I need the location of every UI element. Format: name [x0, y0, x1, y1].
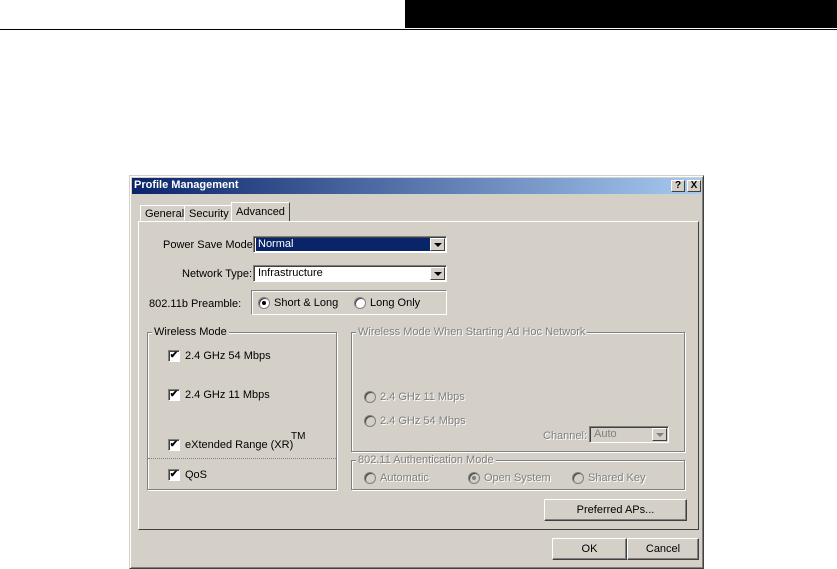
- preamble-long-only-label[interactable]: Long Only: [370, 297, 420, 309]
- adhoc-mode-group: Wireless Mode When Starting Ad Hoc Netwo…: [351, 326, 685, 452]
- network-type-dropdown-icon[interactable]: [430, 267, 445, 280]
- mode-11mbps-label[interactable]: 2.4 GHz 11 Mbps: [185, 389, 270, 401]
- mode-54mbps-checkbox[interactable]: ✔: [168, 350, 180, 362]
- network-type-label: Network Type:: [182, 268, 253, 280]
- adhoc-54mbps-radio[interactable]: [364, 415, 376, 427]
- help-button[interactable]: ?: [671, 180, 685, 192]
- channel-label: Channel:: [543, 430, 588, 442]
- auth-shared-key-radio[interactable]: [572, 472, 584, 484]
- adhoc-mode-legend: Wireless Mode When Starting Ad Hoc Netwo…: [356, 326, 588, 338]
- power-save-select[interactable]: Normal: [253, 236, 447, 253]
- adhoc-54mbps-label[interactable]: 2.4 GHz 54 Mbps: [380, 415, 466, 427]
- preamble-frame: Short & Long Long Only: [251, 290, 447, 315]
- network-type-value: Infrastructure: [258, 267, 323, 279]
- adhoc-11mbps-label[interactable]: 2.4 GHz 11 Mbps: [380, 391, 465, 403]
- header-rule: [0, 29, 837, 30]
- preamble-short-long-radio[interactable]: [258, 297, 270, 309]
- close-button[interactable]: X: [687, 180, 701, 192]
- auth-open-system-label[interactable]: Open System: [484, 472, 551, 484]
- qos-separator: [148, 458, 336, 459]
- preamble-label: 802.11b Preamble:: [149, 298, 242, 310]
- auth-mode-group: 802.11 Authentication Mode Automatic Ope…: [351, 454, 685, 490]
- auth-shared-key-label[interactable]: Shared Key: [588, 472, 645, 484]
- wireless-mode-group: Wireless Mode ✔ 2.4 GHz 54 Mbps ✔ 2.4 GH…: [147, 326, 337, 490]
- xr-trademark: TM: [291, 431, 306, 442]
- radio-selected-dot: [262, 301, 266, 305]
- tab-advanced[interactable]: Advanced: [231, 202, 290, 221]
- cancel-button[interactable]: Cancel: [627, 538, 699, 560]
- profile-management-dialog: Profile Management ? X General Security …: [129, 175, 704, 569]
- preamble-long-only-radio[interactable]: [354, 297, 366, 309]
- auth-automatic-label[interactable]: Automatic: [380, 472, 429, 484]
- radio-selected-dot: [472, 476, 476, 480]
- header-bar: [405, 0, 837, 28]
- dialog-title: Profile Management: [134, 179, 239, 191]
- channel-select[interactable]: Auto: [589, 426, 669, 443]
- power-save-label: Power Save Mode:: [163, 239, 256, 251]
- preamble-short-long-label[interactable]: Short & Long: [274, 297, 338, 309]
- ok-button[interactable]: OK: [552, 538, 627, 560]
- auth-open-system-radio[interactable]: [468, 472, 480, 484]
- wireless-mode-legend: Wireless Mode: [152, 326, 229, 338]
- tab-general[interactable]: General: [140, 205, 190, 221]
- adhoc-11mbps-radio[interactable]: [364, 391, 376, 403]
- qos-label[interactable]: QoS: [185, 469, 207, 481]
- mode-54mbps-label[interactable]: 2.4 GHz 54 Mbps: [185, 350, 271, 362]
- qos-checkbox[interactable]: ✔: [168, 469, 180, 481]
- mode-11mbps-checkbox[interactable]: ✔: [168, 389, 180, 401]
- mode-xr-checkbox[interactable]: ✔: [168, 439, 180, 451]
- power-save-value: Normal: [256, 238, 432, 251]
- auth-mode-legend: 802.11 Authentication Mode: [356, 454, 496, 466]
- network-type-select[interactable]: Infrastructure: [253, 265, 447, 282]
- title-bar[interactable]: Profile Management ? X: [132, 178, 701, 194]
- preferred-aps-button[interactable]: Preferred APs...: [544, 499, 687, 521]
- channel-value: Auto: [594, 428, 617, 440]
- advanced-panel: Power Save Mode: Normal Network Type: In…: [138, 221, 699, 530]
- mode-xr-label[interactable]: eXtended Range (XR): [185, 439, 293, 451]
- tab-security[interactable]: Security: [184, 205, 234, 221]
- power-save-dropdown-icon[interactable]: [430, 238, 445, 251]
- channel-dropdown-icon[interactable]: [652, 428, 667, 441]
- auth-automatic-radio[interactable]: [364, 472, 376, 484]
